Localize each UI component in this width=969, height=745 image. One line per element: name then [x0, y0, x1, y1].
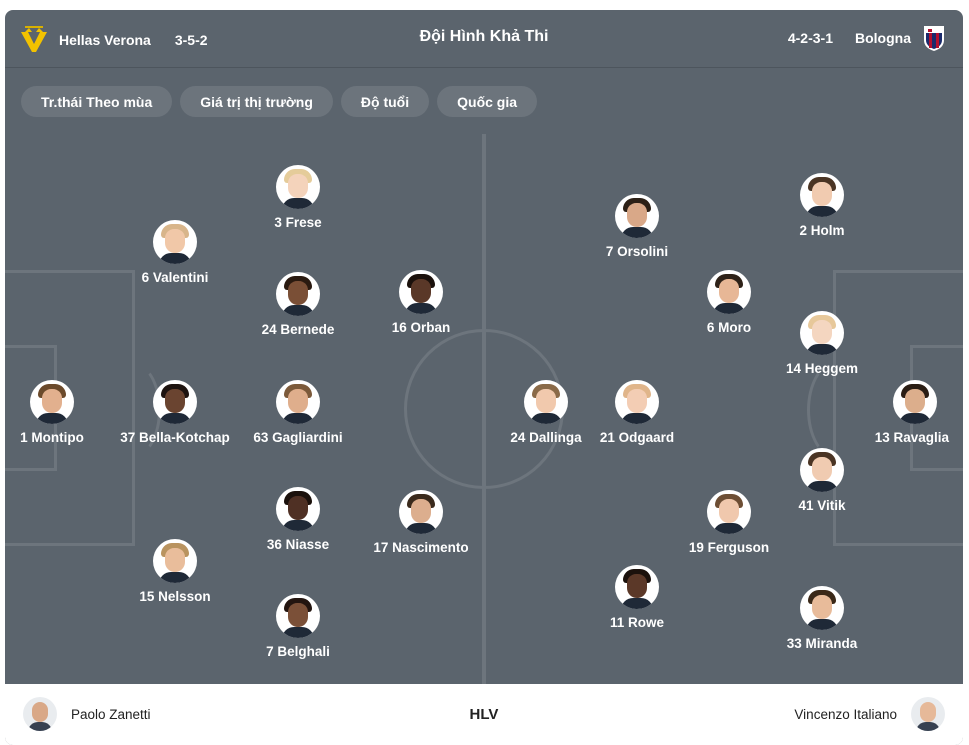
- player-avatar: [276, 487, 320, 531]
- player-odgaard[interactable]: 21 Odgaard: [562, 380, 712, 445]
- player-avatar: [399, 490, 443, 534]
- player-label: 14 Heggem: [785, 361, 859, 376]
- player-label: 16 Orban: [391, 320, 451, 335]
- away-team-name: Bologna: [855, 30, 911, 46]
- player-frese[interactable]: 3 Frese: [223, 165, 373, 230]
- player-avatar: [707, 490, 751, 534]
- player-label: 17 Nascimento: [373, 540, 469, 555]
- player-avatar: [893, 380, 937, 424]
- player-avatar: [153, 380, 197, 424]
- player-nascimento[interactable]: 17 Nascimento: [346, 490, 496, 555]
- player-label: 11 Rowe: [609, 615, 665, 630]
- away-coach-avatar: [911, 697, 945, 731]
- bologna-crest-icon: [924, 26, 944, 51]
- lineup-header: Hellas Verona 3-5-2 Đội Hình Khả Thi 4-2…: [5, 10, 963, 68]
- player-label: 7 Belghali: [266, 644, 330, 659]
- filter-bar: Tr.thái Theo mùa Giá trị thị trường Độ t…: [21, 86, 545, 117]
- filter-nationality[interactable]: Quốc gia: [437, 86, 538, 117]
- player-avatar: [399, 270, 443, 314]
- player-avatar: [800, 173, 844, 217]
- player-label: 63 Gagliardini: [253, 430, 343, 445]
- player-avatar: [615, 565, 659, 609]
- player-avatar: [276, 594, 320, 638]
- player-belghali[interactable]: 7 Belghali: [223, 594, 373, 659]
- lineup-card: Hellas Verona 3-5-2 Đội Hình Khả Thi 4-2…: [5, 10, 963, 745]
- player-avatar: [276, 165, 320, 209]
- player-avatar: [276, 272, 320, 316]
- player-label: 19 Ferguson: [688, 540, 770, 555]
- player-ravaglia[interactable]: 13 Ravaglia: [813, 380, 963, 445]
- player-label: 7 Orsolini: [605, 244, 669, 259]
- player-label: 2 Holm: [799, 223, 845, 238]
- player-avatar: [800, 448, 844, 492]
- coaches-bar: Paolo Zanetti HLV Vincenzo Italiano: [5, 684, 963, 745]
- player-avatar: [707, 270, 751, 314]
- player-holm[interactable]: 2 Holm: [747, 173, 897, 238]
- player-avatar: [800, 311, 844, 355]
- away-team[interactable]: 4-2-3-1 Bologna: [788, 24, 945, 52]
- player-avatar: [30, 380, 74, 424]
- player-label: 33 Miranda: [786, 636, 858, 651]
- player-avatar: [615, 380, 659, 424]
- player-avatar: [153, 539, 197, 583]
- player-label: 13 Ravaglia: [874, 430, 949, 445]
- away-coach[interactable]: Vincenzo Italiano: [794, 697, 945, 731]
- player-label: 3 Frese: [274, 215, 322, 230]
- player-avatar: [800, 586, 844, 630]
- player-orban[interactable]: 16 Orban: [346, 270, 496, 335]
- player-orsolini[interactable]: 7 Orsolini: [562, 194, 712, 259]
- player-avatar: [615, 194, 659, 238]
- filter-season-status[interactable]: Tr.thái Theo mùa: [21, 86, 173, 117]
- player-heggem[interactable]: 14 Heggem: [747, 311, 897, 376]
- filter-age[interactable]: Độ tuổi: [340, 86, 430, 117]
- pitch: 1 Montipo 6 Valentini 37 Bella-Kotchap 1…: [5, 134, 963, 684]
- player-label: 21 Odgaard: [599, 430, 675, 445]
- player-rowe[interactable]: 11 Rowe: [562, 565, 712, 630]
- player-avatar: [276, 380, 320, 424]
- player-avatar: [153, 220, 197, 264]
- player-miranda[interactable]: 33 Miranda: [747, 586, 897, 651]
- player-vitik[interactable]: 41 Vitik: [747, 448, 897, 513]
- away-formation: 4-2-3-1: [787, 30, 833, 46]
- away-coach-name: Vincenzo Italiano: [794, 706, 897, 722]
- player-gagliardini[interactable]: 63 Gagliardini: [223, 380, 373, 445]
- filter-market-value[interactable]: Giá trị thị trường: [180, 86, 333, 117]
- player-label: 41 Vitik: [798, 498, 846, 513]
